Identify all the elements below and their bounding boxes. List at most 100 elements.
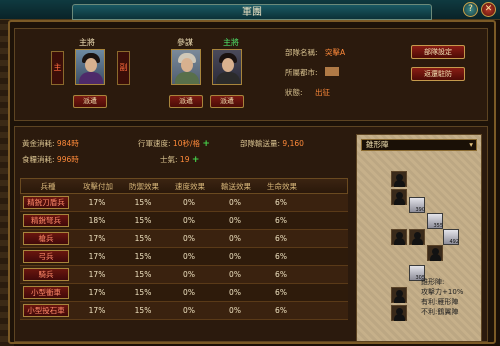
defense-value: 15%: [134, 234, 152, 243]
attack-value: 18%: [88, 216, 106, 225]
close-button[interactable]: ✕: [481, 2, 496, 17]
formation-panel: 錐形陣 ▾ 390 355 492 305 錐形陣: 攻擊力+10% 有利:雁形…: [356, 134, 482, 342]
unit-type-button[interactable]: 小型投石車: [23, 304, 69, 317]
table-row: 精銳刀盾兵 17% 15% 0% 0% 6%: [20, 194, 348, 212]
table-row: 精銳弩兵 18% 15% 0% 0% 6%: [20, 212, 348, 230]
speed-value: 0%: [183, 270, 195, 279]
transport-label: 部隊輸送量:: [240, 139, 281, 148]
morale-plus-icon[interactable]: +: [192, 155, 200, 165]
chevron-down-icon: ▾: [469, 140, 473, 149]
formation-description: 錐形陣: 攻擊力+10% 有利:雁形陣 不利:鶴翼陣: [421, 277, 481, 317]
formation-unit[interactable]: 492: [443, 229, 459, 245]
defense-value: 15%: [134, 216, 152, 225]
speed-value: 0%: [183, 234, 195, 243]
unit-type-button[interactable]: 弓兵: [23, 250, 69, 263]
unit-type-button[interactable]: 騎兵: [23, 268, 69, 281]
transport-value: 0%: [229, 198, 241, 207]
transport-value: 0%: [229, 234, 241, 243]
defense-value: 15%: [134, 306, 152, 315]
header-transport: 輸送效果: [221, 182, 251, 191]
formation-slot-empty[interactable]: [391, 229, 407, 245]
speed-label: 行軍速度:: [138, 139, 171, 148]
life-value: 6%: [275, 198, 287, 207]
formation-slot-empty[interactable]: [391, 171, 407, 187]
unit-type-button[interactable]: 精銳刀盾兵: [23, 196, 69, 209]
food-label: 食糧消耗:: [22, 155, 55, 164]
window-controls: ? ✕: [463, 2, 496, 17]
unit-count: 390: [415, 207, 425, 213]
life-value: 6%: [275, 234, 287, 243]
unit-type-button[interactable]: 精銳弩兵: [23, 214, 69, 227]
staff-dispatch-button-2[interactable]: 派遣: [210, 95, 244, 108]
morale: 士氣: 19 +: [160, 154, 199, 165]
attack-value: 17%: [88, 270, 106, 279]
gold-cost: 黃金消耗: 984時: [22, 138, 79, 149]
unit-count: 492: [449, 239, 459, 245]
commander-tag: 主: [51, 51, 64, 85]
transport-value: 0%: [229, 288, 241, 297]
speed-plus-icon[interactable]: +: [202, 139, 210, 149]
vice-tag: 副: [117, 51, 130, 85]
unit-type-button[interactable]: 槍兵: [23, 232, 69, 245]
formation-slot-empty[interactable]: [409, 229, 425, 245]
header-speed: 速度效果: [175, 182, 205, 191]
status-value: 出征: [315, 88, 330, 97]
commander-portrait[interactable]: [75, 49, 105, 85]
staff-portrait-2[interactable]: [212, 49, 242, 85]
formation-slot-empty[interactable]: [391, 189, 407, 205]
speed-value: 0%: [183, 252, 195, 261]
formation-slot-empty[interactable]: [427, 245, 443, 261]
formation-selected: 錐形陣: [366, 140, 389, 149]
table-row: 弓兵 17% 15% 0% 0% 6%: [20, 248, 348, 266]
formation-desc-line: 攻擊力+10%: [421, 288, 464, 296]
speed-value: 0%: [183, 288, 195, 297]
formation-slot-empty[interactable]: [391, 305, 407, 321]
formation-desc-line: 不利:鶴翼陣: [421, 308, 459, 316]
header-life: 生命效果: [267, 182, 297, 191]
transport-value: 9,160: [282, 139, 304, 148]
return-garrison-button[interactable]: 返還駐防: [411, 67, 465, 81]
morale-value: 19: [179, 155, 190, 164]
formation-slot-empty[interactable]: [391, 287, 407, 303]
staff-dispatch-button-1[interactable]: 派遣: [169, 95, 203, 108]
unit-settings-button[interactable]: 部隊設定: [411, 45, 465, 59]
speed-value: 0%: [183, 198, 195, 207]
table-row: 小型衝車 17% 15% 0% 0% 6%: [20, 284, 348, 302]
attack-value: 17%: [88, 306, 106, 315]
unit-name-label: 部隊名稱:: [285, 48, 318, 57]
speed-value: 0%: [183, 306, 195, 315]
life-value: 6%: [275, 270, 287, 279]
formation-unit[interactable]: 390: [409, 197, 425, 213]
food-cost: 食糧消耗: 996時: [22, 154, 79, 165]
defense-value: 15%: [134, 288, 152, 297]
table-header: 兵種 攻擊付加 防禦效果 速度效果 輸送效果 生命效果: [20, 178, 348, 194]
morale-label: 士氣:: [160, 155, 178, 164]
formation-select[interactable]: 錐形陣 ▾: [361, 139, 477, 151]
life-value: 6%: [275, 252, 287, 261]
defense-value: 15%: [134, 198, 152, 207]
attack-value: 17%: [88, 234, 106, 243]
staff-portrait-1[interactable]: [171, 49, 201, 85]
defense-value: 15%: [134, 252, 152, 261]
commander-header: 主將: [79, 38, 95, 47]
transport-value: 0%: [229, 306, 241, 315]
table-row: 槍兵 17% 15% 0% 0% 6%: [20, 230, 348, 248]
city-label: 所屬都市:: [285, 68, 318, 77]
attack-value: 17%: [88, 252, 106, 261]
defense-value: 15%: [134, 270, 152, 279]
unit-count: 355: [433, 223, 443, 229]
food-value: 996時: [56, 155, 79, 164]
header-unit-type: 兵種: [40, 182, 56, 191]
commander-dispatch-button[interactable]: 派遣: [73, 95, 107, 108]
help-button[interactable]: ?: [463, 2, 478, 17]
formation-desc-line: 有利:雁形陣: [421, 298, 459, 306]
formation-unit[interactable]: 355: [427, 213, 443, 229]
general-panel: 主將 主 派遣 副 參謀 主將 派遣 派遣 部隊名稱: 突擊A 所屬都市: 狀態…: [14, 28, 488, 121]
table-row: 小型投石車 17% 15% 0% 0% 6%: [20, 302, 348, 320]
gold-value: 984時: [56, 139, 79, 148]
status-label: 狀態:: [285, 88, 303, 97]
attack-value: 17%: [88, 288, 106, 297]
march-speed: 行軍速度: 10秒/格 +: [138, 138, 210, 149]
unit-effects-table: 兵種 攻擊付加 防禦效果 速度效果 輸送效果 生命效果 精銳刀盾兵 17% 15…: [20, 178, 348, 320]
unit-type-button[interactable]: 小型衝車: [23, 286, 69, 299]
